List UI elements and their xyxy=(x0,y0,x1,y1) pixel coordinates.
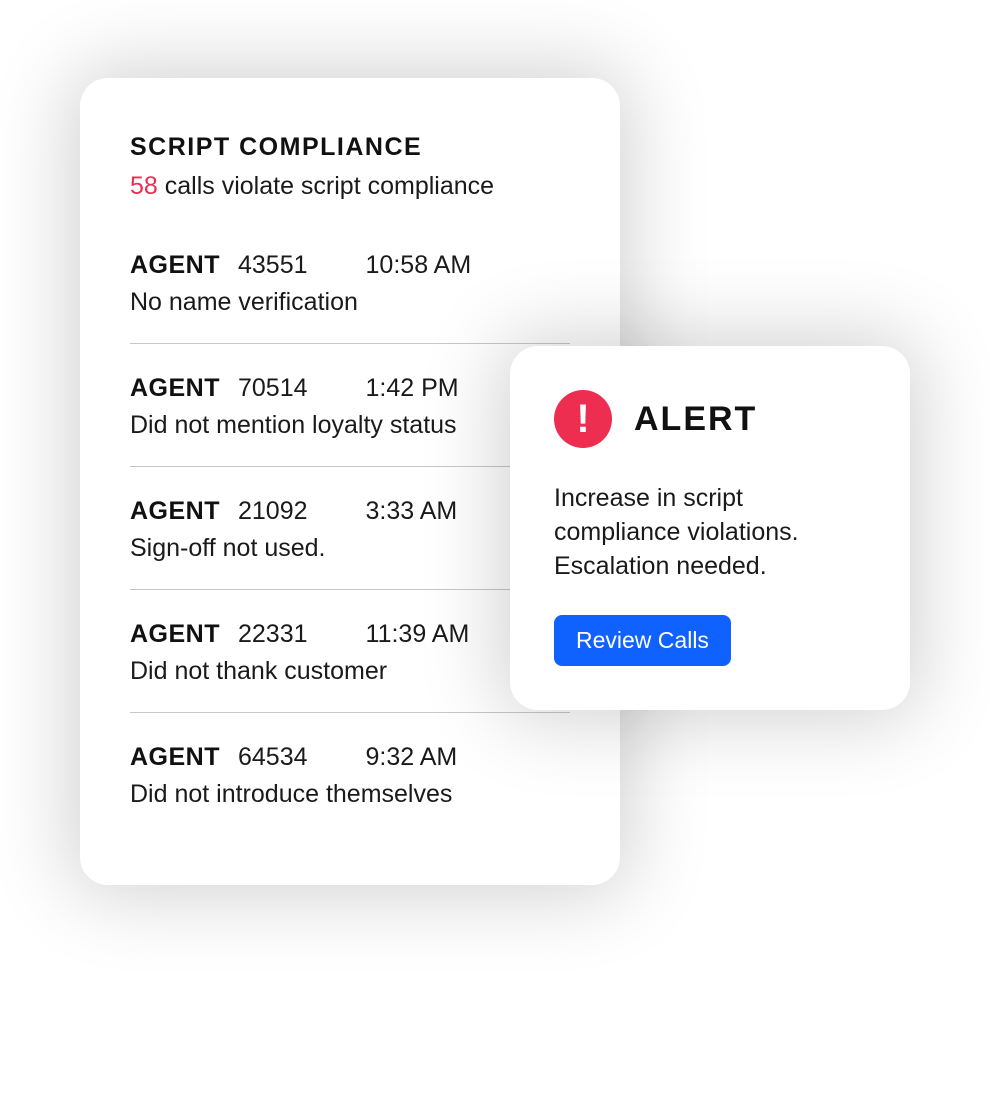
agent-row[interactable]: AGENT 22331 11:39 AM Did not thank custo… xyxy=(130,589,570,712)
agent-reason: Did not thank customer xyxy=(130,657,570,686)
agent-id: 64534 xyxy=(238,743,308,772)
agent-label: AGENT xyxy=(130,251,220,280)
agent-label: AGENT xyxy=(130,743,220,772)
agent-id: 22331 xyxy=(238,620,308,649)
agent-id: 70514 xyxy=(238,374,308,403)
alert-card: ! ALERT Increase in script compliance vi… xyxy=(510,346,910,710)
agent-reason: Sign-off not used. xyxy=(130,534,570,563)
agent-row[interactable]: AGENT 64534 9:32 AM Did not introduce th… xyxy=(130,712,570,835)
compliance-subtitle: 58 calls violate script compliance xyxy=(130,172,570,201)
agent-time: 9:32 AM xyxy=(366,743,458,772)
compliance-subtitle-suffix: calls violate script compliance xyxy=(158,172,494,200)
agent-row[interactable]: AGENT 43551 10:58 AM No name verificatio… xyxy=(130,251,570,343)
agent-label: AGENT xyxy=(130,620,220,649)
violation-count: 58 xyxy=(130,172,158,200)
exclamation-icon: ! xyxy=(554,390,612,448)
agent-id: 21092 xyxy=(238,497,308,526)
agent-label: AGENT xyxy=(130,374,220,403)
agent-time: 1:42 PM xyxy=(366,374,459,403)
agent-time: 10:58 AM xyxy=(366,251,472,280)
alert-title: ALERT xyxy=(634,400,757,439)
agent-reason: Did not mention loyalty status xyxy=(130,411,570,440)
agent-label: AGENT xyxy=(130,497,220,526)
agent-reason: No name verification xyxy=(130,288,570,317)
alert-body: Increase in script compliance violations… xyxy=(554,482,866,583)
agent-time: 3:33 AM xyxy=(366,497,458,526)
alert-header: ! ALERT xyxy=(554,390,866,448)
agent-reason: Did not introduce themselves xyxy=(130,780,570,809)
agent-row[interactable]: AGENT 70514 1:42 PM Did not mention loya… xyxy=(130,343,570,466)
review-calls-button[interactable]: Review Calls xyxy=(554,615,731,666)
compliance-title: SCRIPT COMPLIANCE xyxy=(130,133,570,162)
agent-id: 43551 xyxy=(238,251,308,280)
agent-row[interactable]: AGENT 21092 3:33 AM Sign-off not used. xyxy=(130,466,570,589)
agent-time: 11:39 AM xyxy=(366,620,470,649)
